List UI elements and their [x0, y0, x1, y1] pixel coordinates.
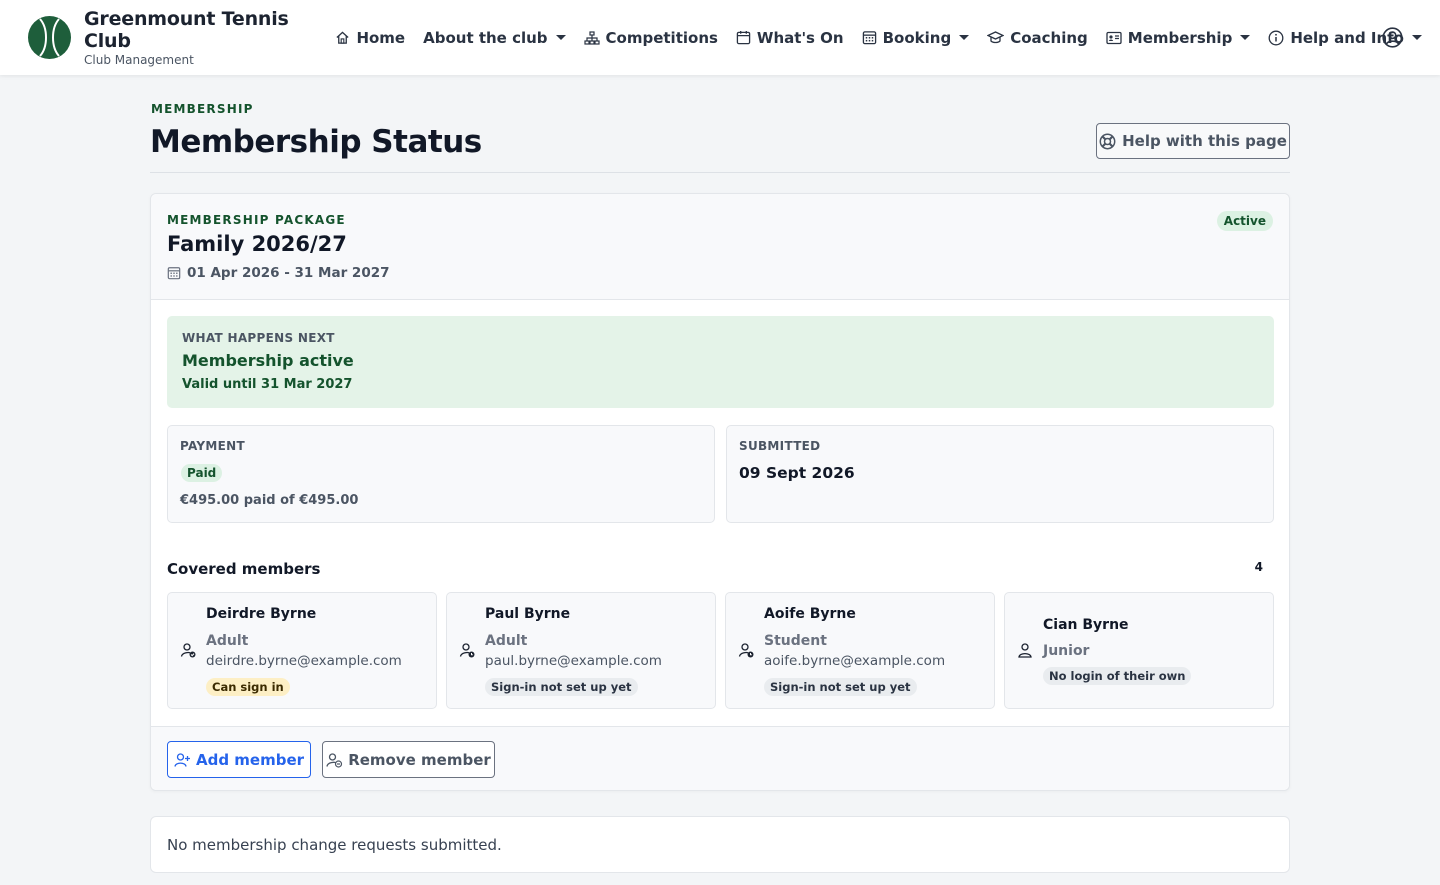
- chevron-down-icon: [1412, 35, 1422, 40]
- page-eyebrow: MEMBERSHIP: [151, 102, 254, 116]
- help-with-page-button[interactable]: Help with this page: [1096, 123, 1290, 159]
- package-header: MEMBERSHIP PACKAGE Family 2026/27 01 Apr…: [151, 194, 1289, 300]
- payment-amount: €495.00 paid of €495.00: [180, 493, 359, 508]
- lifebuoy-icon: [1099, 133, 1116, 149]
- nav-booking[interactable]: Booking: [862, 29, 970, 47]
- user-clock-icon: [459, 642, 476, 663]
- package-name: Family 2026/27: [167, 232, 347, 256]
- member-login-badge: Can sign in: [206, 678, 290, 696]
- page-title: Membership Status: [150, 124, 482, 160]
- member-card: Aoife Byrne Student aoife.byrne@example.…: [725, 592, 995, 709]
- calendar-icon: [167, 267, 181, 280]
- nav-home-label: Home: [356, 28, 406, 47]
- add-member-button[interactable]: Add member: [167, 741, 311, 778]
- nav-competitions-label: Competitions: [605, 28, 718, 47]
- nav-coaching[interactable]: Coaching: [987, 29, 1088, 47]
- graduation-cap-icon: [987, 31, 1005, 44]
- user-plus-icon: [174, 752, 190, 767]
- member-email: deirdre.byrne@example.com: [206, 653, 402, 669]
- covered-members-title: Covered members: [167, 560, 321, 578]
- payment-panel: PAYMENT Paid €495.00 paid of €495.00: [167, 425, 715, 523]
- submitted-label: SUBMITTED: [739, 439, 821, 453]
- user-clock-icon: [738, 642, 755, 663]
- user-account-icon[interactable]: [1382, 27, 1403, 52]
- member-card: Paul Byrne Adult paul.byrne@example.com …: [446, 592, 716, 709]
- tennis-ball-logo-icon: [28, 16, 71, 59]
- member-card: Deirdre Byrne Adult deirdre.byrne@exampl…: [167, 592, 437, 709]
- next-subtitle: Valid until 31 Mar 2027: [182, 377, 353, 392]
- member-name: Cian Byrne: [1043, 617, 1129, 633]
- change-requests-empty-text: No membership change requests submitted.: [167, 836, 502, 854]
- nav-coaching-label: Coaching: [1010, 28, 1088, 47]
- grid-calendar-icon: [862, 31, 876, 45]
- nav-booking-label: Booking: [882, 28, 952, 47]
- covered-members-count: 4: [1254, 560, 1263, 574]
- remove-member-button[interactable]: Remove member: [322, 741, 495, 778]
- nav-about-label: About the club: [423, 28, 548, 47]
- nav-about[interactable]: About the club: [423, 28, 566, 47]
- package-eyebrow: MEMBERSHIP PACKAGE: [167, 213, 346, 227]
- nav-whats-on-label: What's On: [756, 28, 844, 47]
- brand[interactable]: Greenmount Tennis Club Club Management: [28, 8, 321, 67]
- change-requests-card: No membership change requests submitted.: [150, 816, 1290, 873]
- member-type: Adult: [206, 633, 249, 649]
- package-dates: 01 Apr 2026 - 31 Mar 2027: [167, 265, 390, 281]
- remove-member-label: Remove member: [348, 750, 491, 769]
- header-divider: [150, 172, 1290, 173]
- member-type: Junior: [1043, 643, 1090, 659]
- nav-home[interactable]: Home: [335, 29, 405, 47]
- user-icon: [1017, 642, 1034, 663]
- package-dates-text: 01 Apr 2026 - 31 Mar 2027: [187, 265, 390, 281]
- brand-text: Greenmount Tennis Club Club Management: [84, 8, 321, 67]
- member-type: Student: [764, 633, 827, 649]
- member-login-badge: Sign-in not set up yet: [485, 678, 638, 696]
- submitted-date: 09 Sept 2026: [739, 464, 855, 482]
- member-email: paul.byrne@example.com: [485, 653, 662, 669]
- add-member-label: Add member: [195, 750, 305, 769]
- chevron-down-icon: [555, 35, 566, 40]
- member-name: Deirdre Byrne: [206, 606, 317, 622]
- nav-membership-label: Membership: [1127, 28, 1233, 47]
- home-icon: [336, 31, 350, 44]
- status-badge: Active: [1216, 211, 1273, 231]
- top-navbar: Greenmount Tennis Club Club Management H…: [0, 0, 1440, 75]
- what-happens-next-panel: WHAT HAPPENS NEXT Membership active Vali…: [167, 316, 1274, 408]
- next-title: Membership active: [182, 351, 354, 370]
- chevron-down-icon: [1240, 35, 1251, 40]
- chevron-down-icon: [959, 35, 970, 40]
- nav-whats-on[interactable]: What's On: [736, 29, 844, 47]
- help-with-page-label: Help with this page: [1122, 132, 1287, 150]
- member-login-badge: Sign-in not set up yet: [764, 678, 917, 696]
- member-login-badge: No login of their own: [1043, 667, 1192, 685]
- next-eyebrow: WHAT HAPPENS NEXT: [182, 331, 335, 345]
- card-footer: Add member Remove member: [151, 726, 1289, 790]
- sitemap-icon: [583, 30, 600, 45]
- member-type: Adult: [485, 633, 528, 649]
- member-card: Cian Byrne Junior No login of their own: [1004, 592, 1274, 709]
- nav-membership[interactable]: Membership: [1106, 29, 1251, 47]
- calendar-icon: [736, 30, 751, 45]
- membership-card: MEMBERSHIP PACKAGE Family 2026/27 01 Apr…: [150, 193, 1290, 791]
- info-circle-icon: [1268, 30, 1284, 45]
- submitted-panel: SUBMITTED 09 Sept 2026: [726, 425, 1274, 523]
- member-name: Paul Byrne: [485, 606, 571, 622]
- nav-competitions[interactable]: Competitions: [583, 28, 718, 47]
- payment-status-badge: Paid: [181, 464, 223, 482]
- id-card-icon: [1106, 31, 1122, 44]
- user-minus-icon: [326, 752, 343, 768]
- brand-title: Greenmount Tennis Club: [84, 8, 289, 52]
- member-name: Aoife Byrne: [764, 606, 856, 622]
- payment-label: PAYMENT: [180, 439, 245, 453]
- member-email: aoife.byrne@example.com: [764, 653, 946, 669]
- main-nav: Home About the club Competitions What's …: [335, 29, 1440, 47]
- user-check-icon: [180, 642, 197, 663]
- brand-subtitle: Club Management: [84, 53, 194, 67]
